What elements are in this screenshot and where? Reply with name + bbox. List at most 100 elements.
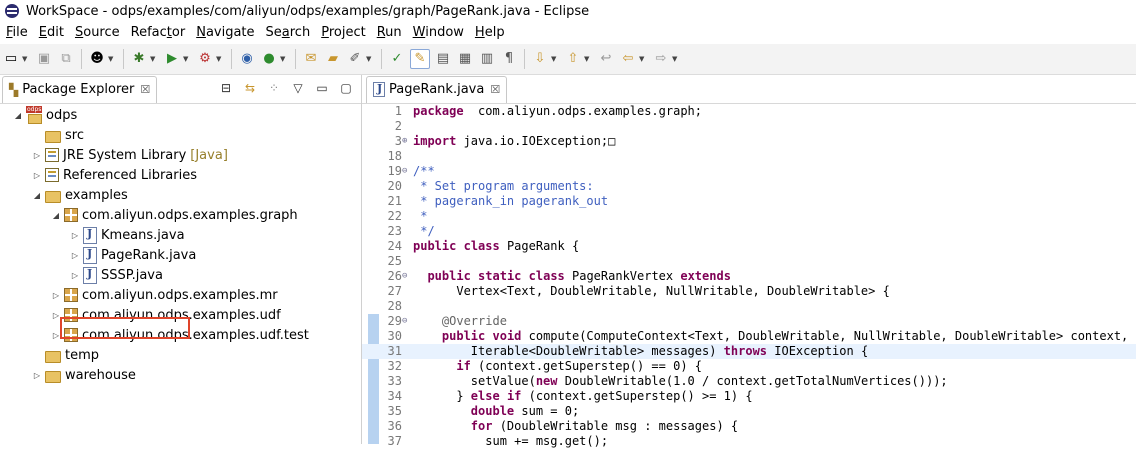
expanded-arrow-icon[interactable]: ◢: [31, 191, 43, 200]
collapse-fold-icon[interactable]: ⊖: [402, 269, 412, 284]
code-line[interactable]: 26 ⊖ public static class PageRankVertex e…: [362, 269, 1136, 284]
external-tools-icon[interactable]: ⚙: [196, 50, 214, 68]
back-dropdown-icon[interactable]: ▼: [639, 55, 647, 63]
tree-item[interactable]: ▷ PageRank.java: [0, 245, 361, 265]
code-line[interactable]: 21 * pagerank_in pagerank_out: [362, 194, 1136, 209]
code-line[interactable]: 30 public void compute(ComputeContext<Te…: [362, 329, 1136, 344]
collapsed-arrow-icon[interactable]: ▷: [69, 271, 81, 280]
new-class-dropdown-icon[interactable]: ▼: [280, 55, 288, 63]
menu-item[interactable]: File: [0, 25, 33, 40]
close-icon[interactable]: ☒: [140, 83, 150, 96]
collapsed-arrow-icon[interactable]: ▷: [69, 251, 81, 260]
forward-dropdown-icon[interactable]: ▼: [672, 55, 680, 63]
collapsed-arrow-icon[interactable]: ▷: [31, 151, 43, 160]
menu-item[interactable]: Edit: [33, 25, 69, 40]
external-tools-dropdown-icon[interactable]: ▼: [216, 55, 224, 63]
next-annotation-dropdown-icon[interactable]: ▼: [551, 55, 559, 63]
save-icon[interactable]: ▣: [35, 50, 53, 68]
previous-annotation-icon[interactable]: ⇧: [564, 50, 582, 68]
editor-tab-pagerank[interactable]: PageRank.java ☒: [366, 75, 508, 103]
menu-item[interactable]: Run: [371, 25, 407, 40]
last-edit-location-icon[interactable]: ↩: [597, 50, 615, 68]
code-line[interactable]: 19 ⊖/**: [362, 164, 1136, 179]
menu-item[interactable]: Navigate: [190, 25, 259, 40]
expand-fold-icon[interactable]: ⊕: [402, 134, 412, 149]
new-icon[interactable]: ▭: [2, 50, 20, 68]
paragraph-icon[interactable]: ¶: [500, 50, 518, 68]
mark-occurrences-icon[interactable]: ✎: [410, 49, 430, 69]
collapse-all-icon[interactable]: ⊟: [217, 79, 235, 97]
filter-icon[interactable]: ⁘: [265, 79, 283, 97]
tree-item[interactable]: ◢ examples: [0, 185, 361, 205]
tree-item[interactable]: ▷ warehouse: [0, 365, 361, 385]
open-task-icon[interactable]: ✐: [346, 50, 364, 68]
code-line[interactable]: 33 setValue(new DoubleWritable(1.0 / con…: [362, 374, 1136, 389]
toggle-breadcrumb-icon[interactable]: ✓: [388, 50, 406, 68]
user-dropdown-icon[interactable]: ▼: [108, 55, 116, 63]
collapsed-arrow-icon[interactable]: ▷: [31, 171, 43, 180]
code-line[interactable]: 35 double sum = 0;: [362, 404, 1136, 419]
tree-item[interactable]: ▷ JRE System Library [Java]: [0, 145, 361, 165]
tree-item[interactable]: temp: [0, 345, 361, 365]
forward-icon[interactable]: ⇨: [652, 50, 670, 68]
tree-item[interactable]: ◢ odps: [0, 105, 361, 125]
code-line[interactable]: 2: [362, 119, 1136, 134]
debug-icon[interactable]: ✱: [130, 50, 148, 68]
minimize-icon[interactable]: ▭: [313, 79, 331, 97]
collapsed-arrow-icon[interactable]: ▷: [31, 371, 43, 380]
code-line[interactable]: 25: [362, 254, 1136, 269]
run-dropdown-icon[interactable]: ▼: [183, 55, 191, 63]
code-line[interactable]: 37 sum += msg.get();: [362, 434, 1136, 449]
code-line[interactable]: 34 } else if (context.getSuperstep() >= …: [362, 389, 1136, 404]
code-line[interactable]: 22 *: [362, 209, 1136, 224]
toggle-block-icon[interactable]: ▥: [478, 50, 496, 68]
package-explorer-tab[interactable]: ▚ Package Explorer ☒: [2, 75, 158, 103]
code-editor[interactable]: 1 package com.aliyun.odps.examples.graph;…: [362, 104, 1136, 448]
menu-item[interactable]: Search: [260, 25, 316, 40]
code-line[interactable]: 18: [362, 149, 1136, 164]
link-with-editor-icon[interactable]: ⇆: [241, 79, 259, 97]
new-class-icon[interactable]: ●: [260, 50, 278, 68]
expanded-arrow-icon[interactable]: ◢: [12, 111, 24, 120]
block-selection-icon[interactable]: ▤: [434, 50, 452, 68]
code-line[interactable]: 3 ⊕ import java.io.IOException;□: [362, 134, 1136, 149]
open-folder-icon[interactable]: ▰: [324, 50, 342, 68]
collapsed-arrow-icon[interactable]: ▷: [50, 291, 62, 300]
code-line[interactable]: 28: [362, 299, 1136, 314]
tree-item[interactable]: src: [0, 125, 361, 145]
code-line[interactable]: 27 Vertex<Text, DoubleWritable, NullWrit…: [362, 284, 1136, 299]
code-line[interactable]: 24 public class PageRank {: [362, 239, 1136, 254]
tree-item[interactable]: ◢ com.aliyun.odps.examples.graph: [0, 205, 361, 225]
close-icon[interactable]: ☒: [490, 83, 500, 96]
user-icon[interactable]: ☻: [88, 50, 106, 68]
tree-item[interactable]: ▷ Kmeans.java: [0, 225, 361, 245]
debug-dropdown-icon[interactable]: ▼: [150, 55, 158, 63]
next-annotation-icon[interactable]: ⇩: [531, 50, 549, 68]
open-task-dropdown-icon[interactable]: ▼: [366, 55, 374, 63]
expanded-arrow-icon[interactable]: ◢: [50, 211, 62, 220]
code-line[interactable]: 31 Iterable<DoubleWritable> messages) th…: [362, 344, 1136, 359]
menu-item[interactable]: Help: [469, 25, 510, 40]
run-icon[interactable]: ▶: [163, 50, 181, 68]
menu-item[interactable]: Window: [407, 25, 469, 40]
code-line[interactable]: 23 */: [362, 224, 1136, 239]
open-type-icon[interactable]: ✉: [302, 50, 320, 68]
tree-item[interactable]: ▷ Referenced Libraries: [0, 165, 361, 185]
menu-item[interactable]: Refactor: [125, 25, 191, 40]
code-line[interactable]: 36 for (DoubleWritable msg : messages) {: [362, 419, 1136, 434]
view-menu-icon[interactable]: ▽: [289, 79, 307, 97]
save-all-icon[interactable]: ⧉: [57, 50, 75, 68]
collapse-fold-icon[interactable]: ⊖: [402, 164, 412, 179]
new-dropdown-icon[interactable]: ▼: [22, 55, 30, 63]
collapsed-arrow-icon[interactable]: ▷: [69, 231, 81, 240]
code-line[interactable]: 29 ⊖ @Override: [362, 314, 1136, 329]
menu-item[interactable]: Project: [315, 25, 371, 40]
new-java-project-icon[interactable]: ◉: [238, 50, 256, 68]
back-icon[interactable]: ⇦: [619, 50, 637, 68]
code-line[interactable]: 32 if (context.getSuperstep() == 0) {: [362, 359, 1136, 374]
show-whitespace-icon[interactable]: ▦: [456, 50, 474, 68]
previous-annotation-dropdown-icon[interactable]: ▼: [584, 55, 592, 63]
tree-item[interactable]: ▷ SSSP.java: [0, 265, 361, 285]
menu-item[interactable]: Source: [69, 25, 125, 40]
tree-item[interactable]: ▷ com.aliyun.odps.examples.mr: [0, 285, 361, 305]
